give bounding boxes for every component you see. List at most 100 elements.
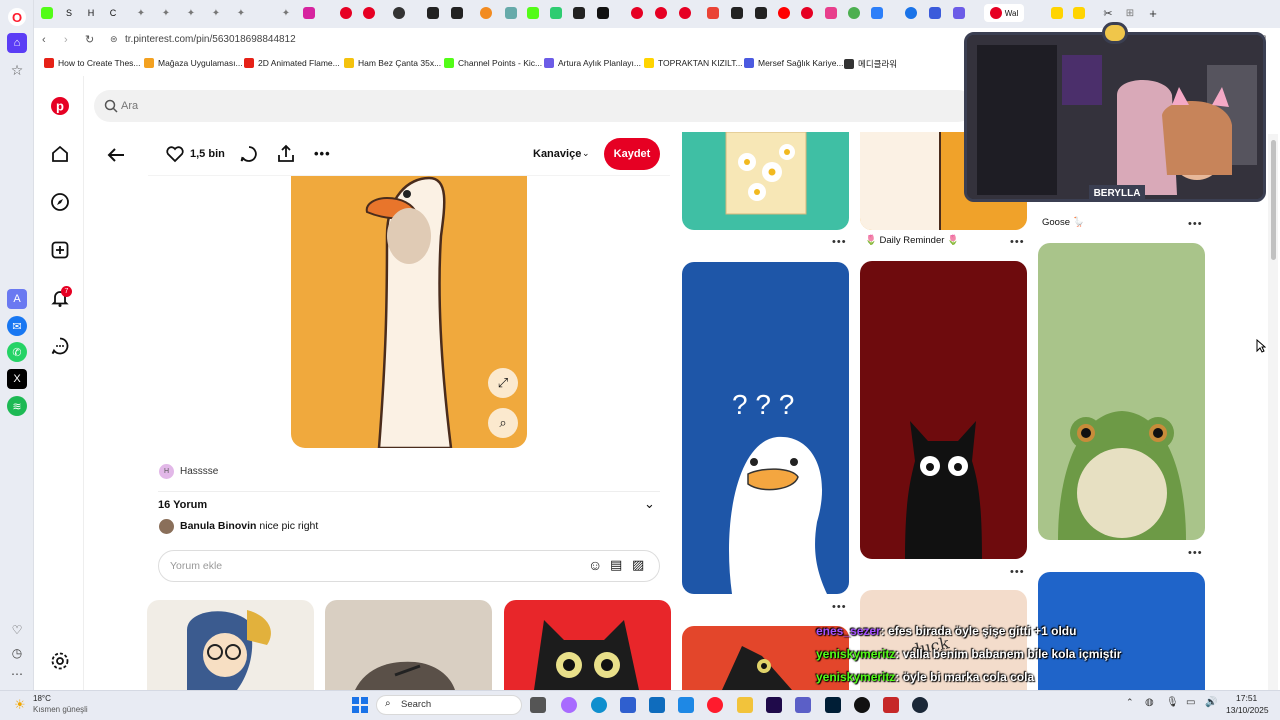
after-effects-icon[interactable] (766, 697, 782, 713)
tab-plus[interactable]: ✦ (180, 4, 202, 22)
tab-kick[interactable] (36, 4, 58, 22)
home-icon[interactable] (50, 144, 70, 164)
messenger-icon[interactable]: ✉ (7, 316, 27, 336)
pin-tile[interactable] (325, 600, 492, 690)
emoji-icon[interactable]: ☺ (588, 557, 602, 573)
tab-youtube[interactable] (773, 4, 795, 22)
tab-pinterest[interactable] (674, 4, 696, 22)
comments-header[interactable]: 16 Yorum (158, 499, 207, 511)
settings-icon[interactable] (50, 651, 70, 671)
pin-tile[interactable] (147, 600, 314, 690)
bookmark-item[interactable]: Artura Aylık Planlayı... (544, 58, 641, 68)
weather-temp[interactable]: 18°C (33, 694, 51, 703)
pin-image[interactable] (291, 176, 527, 448)
more-options-icon[interactable]: ••• (832, 236, 847, 248)
edge-icon[interactable] (591, 697, 607, 713)
tab-active[interactable]: Wal (984, 4, 1024, 22)
messages-icon[interactable] (50, 336, 70, 356)
steam-icon[interactable] (912, 697, 928, 713)
tab-misc[interactable] (948, 4, 970, 22)
tab-pinterest[interactable] (626, 4, 648, 22)
tab-plus[interactable]: ✦ (130, 4, 152, 22)
whatsapp-icon[interactable]: ✆ (7, 342, 27, 362)
scrollbar-thumb[interactable] (1271, 140, 1276, 260)
new-tab-button[interactable]: + (1142, 4, 1164, 22)
tab-tool[interactable]: ✂ (1097, 4, 1119, 22)
image-upload-icon[interactable]: ▨ (632, 557, 644, 573)
search-input[interactable]: Ara (121, 100, 138, 112)
pin-tile[interactable]: ? ? ? (682, 262, 849, 594)
windows-start-icon[interactable] (352, 697, 368, 713)
bookmark-item[interactable]: Mersef Sağlık Kariye... (744, 58, 844, 68)
bookmark-item[interactable]: 2D Animated Flame... (244, 58, 340, 68)
save-button[interactable]: Kaydet (604, 138, 660, 170)
tab-plus[interactable]: ✦ (230, 4, 252, 22)
tab-misc[interactable] (820, 4, 842, 22)
workspace-home-icon[interactable]: ⌂ (7, 33, 27, 53)
explore-icon[interactable] (50, 192, 70, 212)
back-arrow-icon[interactable] (106, 146, 126, 164)
share-icon[interactable] (276, 144, 296, 164)
tab-c[interactable]: C (102, 4, 124, 22)
tab-misc[interactable] (750, 4, 772, 22)
search-bar[interactable] (94, 90, 974, 122)
author-name[interactable]: Hasssse (180, 466, 218, 477)
sticker-icon[interactable]: ▤ (610, 557, 622, 573)
clock-time[interactable]: 17:51 (1236, 693, 1257, 703)
tab-s[interactable]: S (58, 4, 80, 22)
tab-misc[interactable] (900, 4, 922, 22)
pinterest-logo-icon[interactable]: p (50, 96, 70, 116)
tab-s[interactable] (1046, 4, 1068, 22)
more-options-icon[interactable]: ••• (832, 601, 847, 613)
tab-s[interactable] (1068, 4, 1090, 22)
tab-m[interactable] (422, 4, 444, 22)
visual-search-button[interactable]: ⌕ (488, 408, 518, 438)
bookmark-item[interactable]: How to Create Thes... (44, 58, 141, 68)
expand-button[interactable]: ⤢ (488, 368, 518, 398)
bookmark-item[interactable]: Mağaza Uygulaması... (144, 58, 243, 68)
tab-misc[interactable] (592, 4, 614, 22)
bookmark-item[interactable]: Ham Bez Çanta 35x... (344, 58, 441, 68)
more-options-icon[interactable]: ••• (1010, 566, 1025, 578)
pin-tile[interactable] (1038, 243, 1205, 540)
bookmark-item[interactable]: 메디클라워 (844, 58, 897, 70)
pin-caption[interactable]: Goose 🪿 (1042, 217, 1084, 228)
star-icon[interactable]: ☆ (7, 60, 27, 80)
chevron-up-icon[interactable]: ⌃ (1126, 697, 1134, 708)
taskbar-search-label[interactable]: Search (401, 699, 431, 710)
tab-misc[interactable] (866, 4, 888, 22)
tab-plus[interactable]: ✦ (205, 4, 227, 22)
task-view-icon[interactable] (530, 697, 546, 713)
opera-logo-icon[interactable]: O (8, 8, 26, 26)
author-avatar[interactable]: H (159, 464, 174, 479)
copilot-icon[interactable] (561, 697, 577, 713)
comment-placeholder[interactable]: Yorum ekle (170, 560, 222, 572)
pin-tile[interactable] (682, 132, 849, 230)
photoshop-icon[interactable] (825, 697, 841, 713)
file-explorer-icon[interactable] (737, 697, 753, 713)
bookmark-item[interactable]: Channel Points - Kic... (444, 58, 542, 68)
tab-misc[interactable] (568, 4, 590, 22)
tab-misc[interactable] (843, 4, 865, 22)
tab-plus[interactable]: ✦ (155, 4, 177, 22)
opera-icon[interactable] (707, 697, 723, 713)
comment-input[interactable] (158, 550, 660, 582)
weather-icon[interactable]: ☀ (14, 697, 26, 713)
chevron-down-icon[interactable]: ⌄ (582, 148, 590, 159)
pin-caption[interactable]: 🌷 Daily Reminder 🌷 (865, 235, 959, 246)
tab-openai[interactable] (388, 4, 410, 22)
x-icon[interactable]: X (7, 369, 27, 389)
monitor-icon[interactable] (678, 697, 694, 713)
tab-misc[interactable] (924, 4, 946, 22)
comment-user[interactable]: Banula Binovin (180, 520, 256, 532)
more-options-icon[interactable]: ••• (1010, 236, 1025, 248)
site-info-icon[interactable]: ⊜ (110, 34, 118, 45)
tab-pinterest[interactable] (335, 4, 357, 22)
tab-instagram[interactable] (298, 4, 320, 22)
pin-tile[interactable] (860, 261, 1027, 559)
back-icon[interactable]: ‹ (42, 34, 46, 46)
tab-kick[interactable] (522, 4, 544, 22)
commenter-avatar[interactable] (159, 519, 174, 534)
tab-gmail[interactable] (702, 4, 724, 22)
app-icon[interactable] (883, 697, 899, 713)
